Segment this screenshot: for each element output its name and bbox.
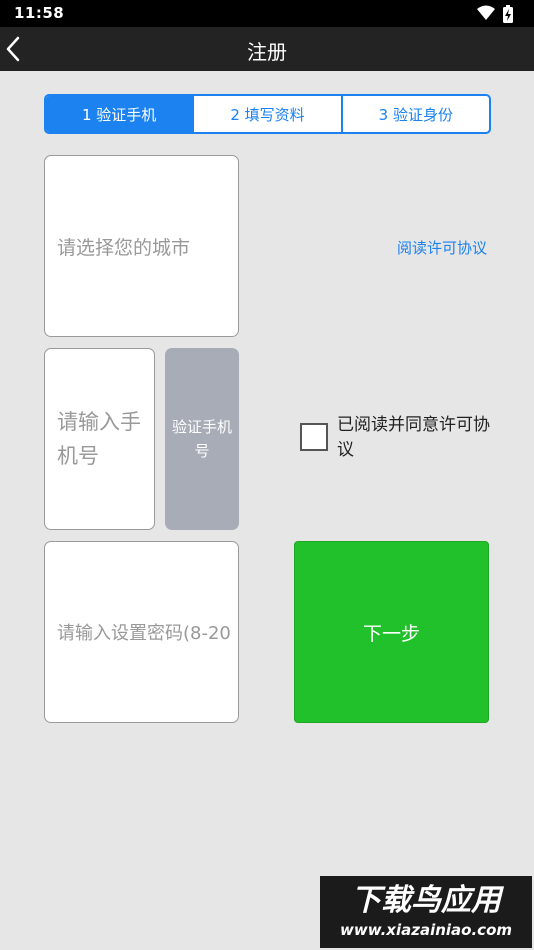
password-input[interactable]: 请输入设置密码(8-20: [44, 541, 239, 723]
city-select[interactable]: 请选择您的城市: [44, 155, 239, 337]
step-indicator: 1 验证手机 2 填写资料 3 验证身份: [44, 94, 491, 134]
status-icons: [476, 4, 520, 24]
verify-phone-button[interactable]: 验证手机号: [165, 348, 239, 530]
watermark-url: www.xiazainiao.com: [339, 921, 513, 939]
watermark-title: 下载鸟应用: [351, 883, 501, 918]
phone-input[interactable]: 请输入手机号: [44, 348, 155, 530]
wifi-icon: [477, 5, 495, 20]
next-button[interactable]: 下一步: [294, 541, 489, 723]
agreement-link[interactable]: 阅读许可协议: [397, 237, 487, 258]
status-bar: 11:58: [0, 0, 534, 27]
phone-placeholder: 请输入手机号: [57, 410, 141, 468]
step-fill-info[interactable]: 2 填写资料: [192, 96, 340, 132]
password-placeholder: 请输入设置密码(8-20: [57, 623, 231, 644]
step-verify-identity[interactable]: 3 验证身份: [340, 96, 489, 132]
step-verify-phone[interactable]: 1 验证手机: [46, 96, 193, 132]
watermark-logo: 下载鸟应用 www.xiazainiao.com: [320, 876, 532, 948]
page-title: 注册: [247, 40, 287, 64]
status-time: 11:58: [14, 4, 65, 22]
agree-checkbox[interactable]: [300, 423, 328, 451]
battery-charging-icon: [503, 5, 513, 23]
city-placeholder: 请选择您的城市: [57, 236, 191, 259]
agree-label: 已阅读并同意许可协议: [337, 415, 490, 460]
title-bar: 注册: [0, 27, 534, 71]
